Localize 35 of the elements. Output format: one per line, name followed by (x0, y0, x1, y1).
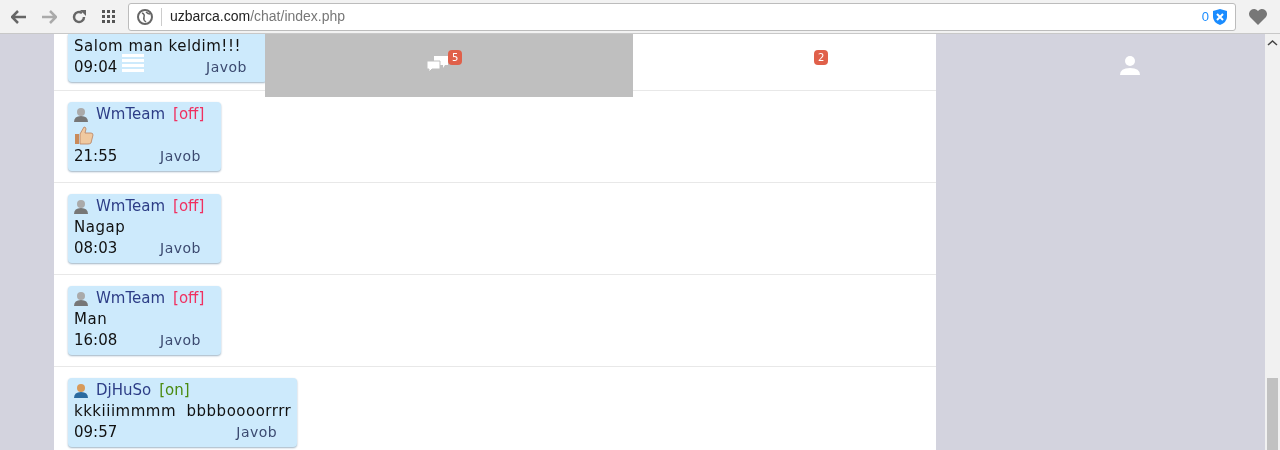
message-time: 09:04 (74, 57, 118, 78)
message-count-badge: 5 (448, 50, 463, 65)
message-time: 08:03 (74, 238, 118, 259)
reply-link[interactable]: Javob (206, 57, 247, 78)
user-status: [off] (173, 288, 205, 309)
user-status: [off] (173, 104, 205, 125)
message-text: Salom man keldim!!! (74, 36, 242, 57)
message-time: 16:08 (74, 330, 118, 351)
author-name[interactable]: DjHuSo (96, 380, 152, 401)
message-text: Man (74, 309, 109, 330)
address-bar[interactable]: uzbarca.com/chat/index.php 0 (128, 2, 1236, 31)
message-time: 21:55 (74, 146, 118, 167)
thumbs-up-icon (74, 126, 94, 145)
shield-icon[interactable] (1213, 8, 1227, 25)
message-time: 09:57 (74, 422, 118, 443)
author-name[interactable]: WmTeam (96, 288, 166, 309)
reply-link[interactable]: Javob (160, 238, 201, 259)
scrollbar-thumb[interactable] (1267, 378, 1278, 450)
url-host: uzbarca.com (170, 8, 251, 24)
reply-link[interactable]: Javob (160, 146, 201, 167)
author-name[interactable]: WmTeam (96, 196, 166, 217)
message-text: Nagap (74, 217, 127, 238)
url-path: /chat/index.php (250, 8, 346, 24)
reply-link[interactable]: Javob (236, 422, 278, 443)
chat-icon[interactable] (427, 56, 449, 72)
message-text: kkkiiimmmm bbbboooorrrr (74, 401, 292, 422)
user-status: [off] (173, 196, 205, 217)
scroll-up-icon[interactable] (1267, 39, 1278, 47)
reply-link[interactable]: Javob (160, 330, 201, 351)
notification-count-badge: 2 (814, 50, 829, 65)
globe-icon (137, 8, 153, 25)
blocked-count: 0 (1201, 7, 1209, 26)
apps-grid-icon (102, 9, 116, 24)
user-status: [on] (159, 380, 190, 401)
author-name[interactable]: WmTeam (96, 104, 166, 125)
